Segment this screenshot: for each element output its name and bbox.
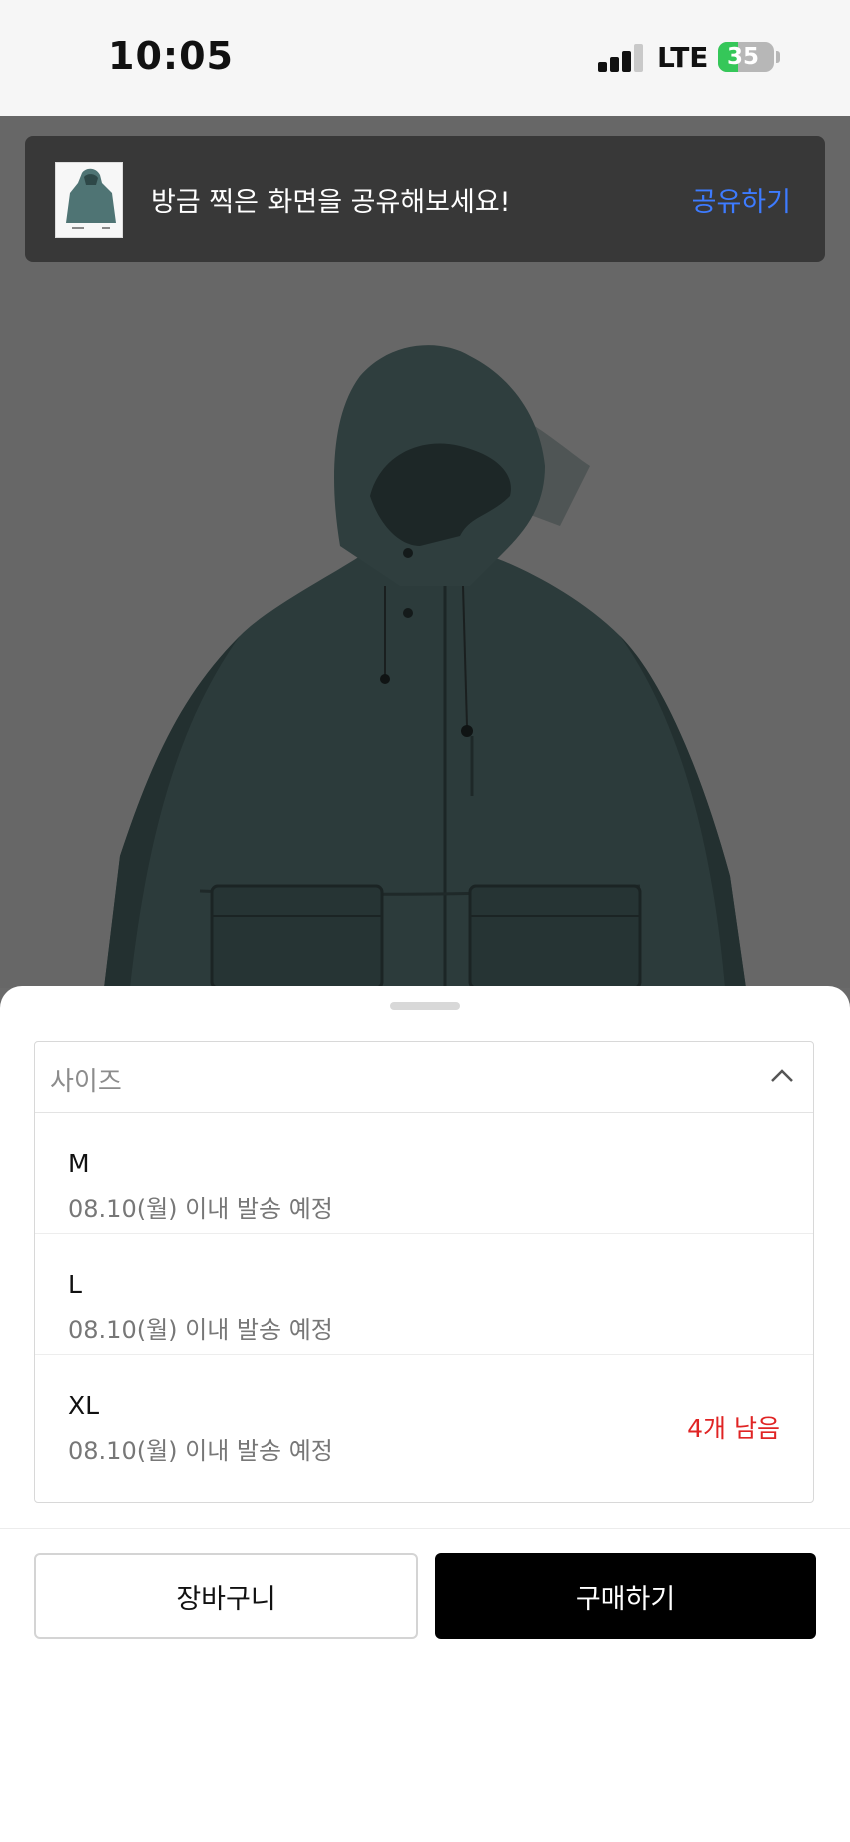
jacket-thumbnail-icon — [56, 163, 122, 237]
battery-level: 35 — [726, 44, 759, 70]
size-select-placeholder: 사이즈 — [50, 1067, 122, 1097]
battery-cap — [776, 51, 780, 63]
signal-icon — [598, 44, 644, 72]
option-size-label: XL — [68, 1391, 100, 1420]
sheet-drag-handle[interactable] — [390, 1002, 460, 1010]
status-bar: 10:05 LTE 35 — [0, 0, 850, 116]
buy-now-button[interactable]: 구매하기 — [435, 1553, 816, 1639]
sheet-divider — [0, 1528, 850, 1529]
status-time: 10:05 — [108, 34, 234, 78]
stock-remaining-badge: 4개 남음 — [687, 1414, 780, 1443]
chevron-up-icon[interactable] — [769, 1066, 795, 1086]
add-to-cart-button[interactable]: 장바구니 — [34, 1553, 418, 1639]
share-message: 방금 찍은 화면을 공유해보세요! — [151, 187, 511, 218]
size-option-m[interactable]: M 08.10(월) 이내 발송 예정 — [35, 1113, 813, 1234]
share-toast: 방금 찍은 화면을 공유해보세요! 공유하기 — [25, 136, 825, 262]
size-select-box: 사이즈 M 08.10(월) 이내 발송 예정 L 08.10(월) 이내 발송… — [34, 1041, 814, 1503]
network-label: LTE — [657, 41, 709, 74]
option-shipping-text: 08.10(월) 이내 발송 예정 — [68, 1437, 333, 1465]
option-shipping-text: 08.10(월) 이내 발송 예정 — [68, 1316, 333, 1344]
option-bottom-sheet: 사이즈 M 08.10(월) 이내 발송 예정 L 08.10(월) 이내 발송… — [0, 986, 850, 1842]
battery-charging-icon: 35 — [718, 42, 774, 72]
size-option-xl[interactable]: XL 08.10(월) 이내 발송 예정 4개 남음 — [35, 1355, 813, 1475]
size-option-l[interactable]: L 08.10(월) 이내 발송 예정 — [35, 1234, 813, 1355]
option-size-label: L — [68, 1270, 82, 1299]
option-size-label: M — [68, 1149, 90, 1178]
screenshot-thumbnail[interactable] — [55, 162, 123, 238]
size-select-header[interactable]: 사이즈 — [35, 1042, 813, 1113]
option-shipping-text: 08.10(월) 이내 발송 예정 — [68, 1195, 333, 1223]
share-button[interactable]: 공유하기 — [692, 180, 791, 219]
